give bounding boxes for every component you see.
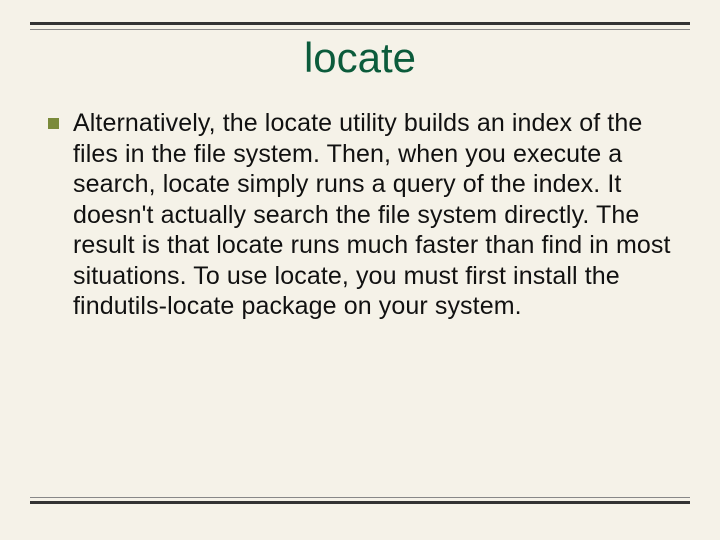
top-rule xyxy=(30,22,690,25)
slide-body: Alternatively, the locate utility builds… xyxy=(48,108,680,322)
bottom-rule xyxy=(30,497,690,498)
slide-title: locate xyxy=(0,34,720,82)
list-item: Alternatively, the locate utility builds… xyxy=(48,108,680,322)
body-text: Alternatively, the locate utility builds… xyxy=(73,108,680,322)
slide: locate Alternatively, the locate utility… xyxy=(0,0,720,540)
square-bullet-icon xyxy=(48,118,59,129)
